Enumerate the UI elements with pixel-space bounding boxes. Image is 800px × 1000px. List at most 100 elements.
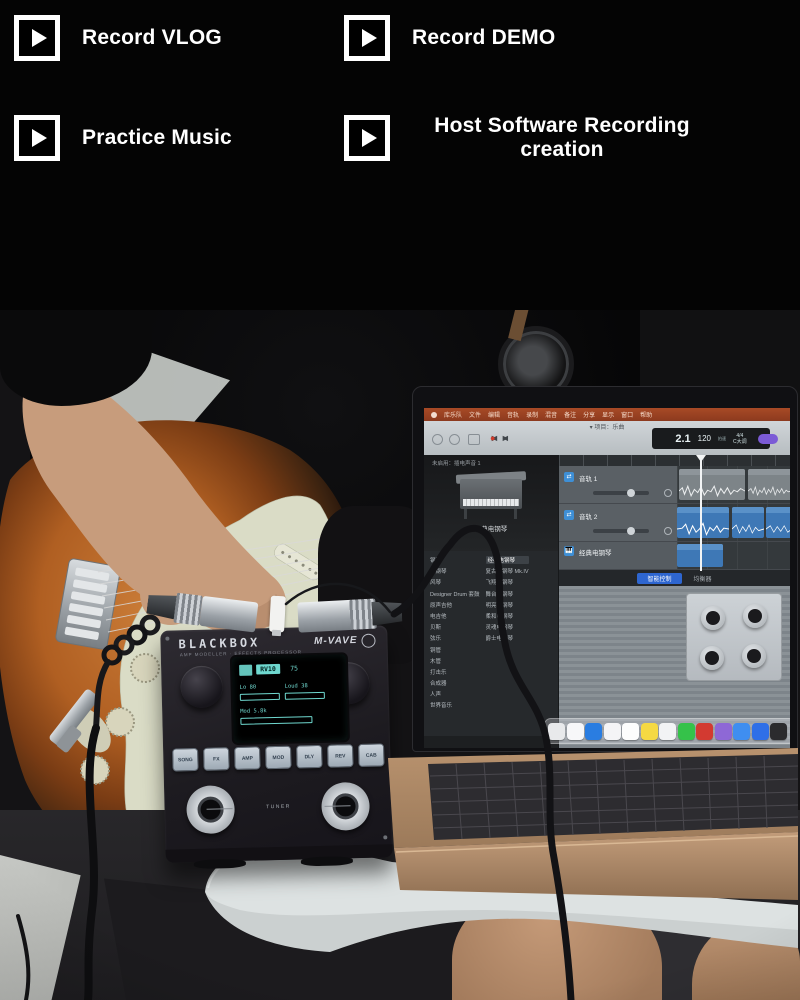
instrument-name: 经典电钢琴: [424, 523, 558, 533]
daw-content: 未启用：插电声音 1 经典电钢琴 钢琴电钢琴风琴Designer Drum 套鼓…: [424, 455, 790, 748]
library-list: 钢琴电钢琴风琴Designer Drum 套鼓原声吉他电吉他贝斯弦乐铜管木管打击…: [424, 551, 558, 736]
xlr-ridges: [173, 593, 202, 626]
feature-item: Record VLOG: [14, 12, 344, 64]
pedal-mode-button: SONG: [172, 748, 199, 772]
library-panel: 未启用：插电声音 1 经典电钢琴 钢琴电钢琴风琴Designer Drum 套鼓…: [424, 455, 559, 748]
pedal-display: RV10 75 Lo 80 Loud 38 Mod 5.8k: [232, 654, 348, 743]
dock-app-icon: [548, 723, 565, 740]
dock-app-icon: [585, 723, 602, 740]
library-category-item: 电钢琴: [430, 567, 480, 575]
apple-menu-icon: [431, 412, 437, 418]
macos-menubar: 库乐队文件编辑音轨录制混音备注分享显示窗口帮助: [424, 408, 790, 421]
track-name: 音轨 2: [579, 511, 597, 521]
track-header: ⇄ 音轨 2: [559, 504, 677, 541]
audio-region: [677, 507, 729, 538]
menubar-item: 混音: [545, 410, 557, 419]
dock-app-icon: [641, 723, 658, 740]
track-lane: [677, 542, 790, 569]
feature-label: Host Software Recording creation: [412, 114, 712, 162]
audio-region: [732, 507, 764, 538]
library-patch-item: 经典电钢琴: [486, 556, 529, 564]
control-knob: [742, 644, 766, 668]
library-category-item: 人声: [430, 690, 480, 698]
pan-knob: [664, 527, 672, 535]
play-triangle-icon: [32, 129, 47, 147]
track-lane: [677, 466, 790, 503]
cable-boot: [371, 600, 402, 626]
control-knob: [700, 646, 724, 670]
feature-banner: Record VLOG Record DEMO Practice Music H…: [0, 0, 800, 310]
library-category-item: 贝斯: [430, 623, 480, 631]
pedal-button-row: SONGFXAMPMODDLYREVCAB: [172, 743, 381, 770]
track-header: 🎹 经典电钢琴: [559, 542, 677, 569]
track-name: 经典电钢琴: [579, 547, 612, 557]
pedal-mode-button: FX: [203, 747, 230, 771]
menubar-item: 库乐队: [444, 410, 462, 419]
record-icon: ●: [490, 433, 497, 443]
pedal-brand: BLACKBOX: [178, 635, 260, 651]
control-knob: [701, 606, 725, 630]
knob-plate: [686, 593, 782, 681]
dock-app-icon: [715, 723, 732, 740]
library-category-item: 世界音乐: [430, 701, 480, 709]
library-category-item: 弦乐: [430, 634, 480, 642]
tracks-panel: ⇄ 音轨 1: [559, 455, 790, 748]
feature-item: Practice Music: [14, 112, 344, 164]
track-name: 音轨 1: [579, 473, 597, 483]
library-header: 未启用：插电声音 1: [432, 459, 481, 467]
laptop: 库乐队文件编辑音轨录制混音备注分享显示窗口帮助 ▾ 项目：乐曲 ◄◄►►►● 2…: [412, 386, 798, 752]
menubar-item: 分享: [583, 410, 595, 419]
screw-icon: [165, 637, 169, 641]
lcd-timesig: 4/4C大调: [733, 433, 747, 445]
library-category-item: 木管: [430, 657, 480, 665]
track-row: ⇄ 音轨 2: [559, 504, 790, 542]
dock-app-icon: [659, 723, 676, 740]
pedal-knob-left: [180, 665, 223, 708]
library-category-item: 原声吉他: [430, 601, 480, 609]
library-category-item: 合成器: [430, 679, 480, 687]
pan-knob: [664, 489, 672, 497]
dock-app-icon: [696, 723, 713, 740]
feature-label: Record DEMO: [412, 26, 555, 50]
audio-region: [766, 507, 790, 538]
product-photo: BLACKBOX AMP MODELLER · EFFECTS PROCESSO…: [0, 310, 800, 1000]
play-icon: [14, 115, 60, 161]
dock-app-icon: [567, 723, 584, 740]
play-icon: [344, 115, 390, 161]
control-knob: [743, 604, 767, 628]
lcd-display: 2.1 120 拍速 4/4C大调: [652, 428, 770, 449]
track-lane: [677, 504, 790, 541]
library-patch-item: 复古电钢琴 Mk.IV: [486, 567, 529, 575]
library-patch-item: 柔和电钢琴: [486, 612, 529, 620]
loop-browser-icon: [449, 434, 460, 445]
library-category-item: Designer Drum 套鼓: [430, 590, 480, 598]
library-patch-item: 明亮电钢琴: [486, 601, 529, 609]
lcd-tempo: 120: [698, 434, 711, 443]
library-patches: 经典电钢琴复古电钢琴 Mk.IV飞翔电钢琴舞台电钢琴明亮电钢琴柔和电钢琴灵魂电钢…: [486, 556, 529, 731]
pedal-mode-button: MOD: [265, 746, 292, 770]
play-icon: [14, 15, 60, 61]
library-patch-item: 舞台电钢琴: [486, 590, 529, 598]
tab-eq: 均衡器: [694, 574, 712, 583]
instrument-card: 未启用：插电声音 1 经典电钢琴: [424, 455, 558, 551]
daw-toolbar: ▾ 项目：乐曲 ◄◄►►►● 2.1 120 拍速 4/4C大调: [424, 421, 790, 455]
usb-plug: [269, 596, 286, 633]
play-triangle-icon: [362, 129, 377, 147]
library-category-item: 钢琴: [430, 556, 480, 564]
display-param-1: Lo 80: [240, 684, 257, 690]
feature-label: Record VLOG: [82, 26, 222, 50]
pedal-mode-button: AMP: [234, 746, 261, 770]
dock-app-icon: [733, 723, 750, 740]
display-preset-number: 75: [290, 664, 298, 672]
pedal-maker-logo-icon: [361, 634, 375, 648]
track-io-icon: ⇄: [564, 472, 574, 482]
pedal-maker-logo-text: M-VAVE: [314, 635, 358, 647]
dock-app-icon: [770, 723, 787, 740]
menubar-item: 录制: [526, 410, 538, 419]
volume-slider: [593, 491, 649, 495]
xlr-barrel: [297, 600, 354, 633]
audio-region: [679, 469, 745, 500]
track-io-icon: 🎹: [564, 546, 574, 556]
feature-item: Record DEMO: [344, 12, 800, 64]
play-triangle-icon: [32, 29, 47, 47]
